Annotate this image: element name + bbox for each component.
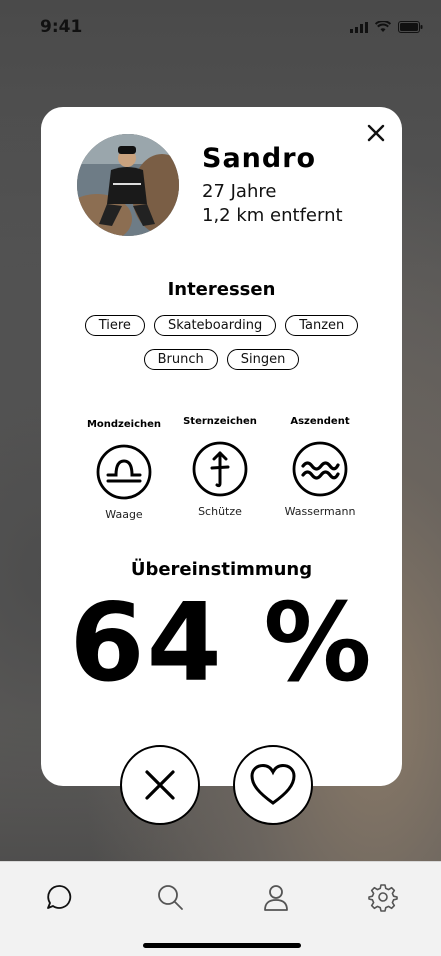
- aquarius-icon: [292, 441, 348, 497]
- interest-chips-row-2: Brunch Singen: [41, 349, 402, 370]
- interest-chip: Tanzen: [285, 315, 359, 336]
- chat-icon[interactable]: [45, 882, 75, 912]
- profile-icon[interactable]: [261, 882, 291, 912]
- settings-icon[interactable]: [368, 882, 398, 912]
- sun-sign-title: Sternzeichen: [183, 416, 257, 427]
- interest-chip: Skateboarding: [153, 315, 277, 336]
- profile-card: Sandro 27 Jahre 1,2 km entfernt Interess…: [41, 107, 402, 786]
- dislike-button[interactable]: [120, 745, 200, 825]
- battery-icon: [398, 21, 423, 33]
- ascendant-sign: Aszendent Wassermann: [275, 416, 365, 518]
- sun-sign: Sternzeichen Schütze: [175, 416, 265, 518]
- sun-sign-value: Schütze: [198, 505, 242, 518]
- profile-age: 27 Jahre: [202, 181, 277, 202]
- avatar: [77, 134, 179, 236]
- ascendant-sign-title: Aszendent: [290, 416, 350, 427]
- profile-distance: 1,2 km entfernt: [202, 205, 343, 226]
- interest-chip: Tiere: [84, 315, 145, 336]
- interests-title: Interessen: [167, 279, 276, 300]
- search-icon[interactable]: [155, 882, 185, 912]
- match-percentage: 64 %: [69, 581, 374, 706]
- moon-sign: Mondzeichen Waage: [79, 419, 169, 521]
- match-title: Übereinstimmung: [130, 559, 313, 580]
- x-icon: [145, 770, 175, 800]
- interest-chips-row-1: Tiere Skateboarding Tanzen: [41, 315, 402, 336]
- moon-sign-value: Waage: [105, 508, 143, 521]
- moon-sign-title: Mondzeichen: [86, 419, 162, 430]
- status-bar: 9:41: [0, 0, 441, 56]
- status-icons: [350, 21, 423, 33]
- ascendant-sign-value: Wassermann: [284, 505, 356, 518]
- close-icon[interactable]: [364, 121, 388, 145]
- status-time: 9:41: [40, 17, 83, 37]
- interest-chip: Brunch: [143, 349, 218, 370]
- libra-icon: [96, 444, 152, 500]
- heart-icon: [250, 763, 296, 805]
- home-indicator: [143, 943, 301, 948]
- tab-bar: [0, 861, 441, 956]
- wifi-icon: [375, 21, 391, 32]
- profile-name: Sandro: [202, 143, 317, 174]
- sagittarius-icon: [192, 441, 248, 497]
- interest-chip: Singen: [226, 349, 300, 370]
- like-button[interactable]: [233, 745, 313, 825]
- signal-icon: [350, 22, 368, 33]
